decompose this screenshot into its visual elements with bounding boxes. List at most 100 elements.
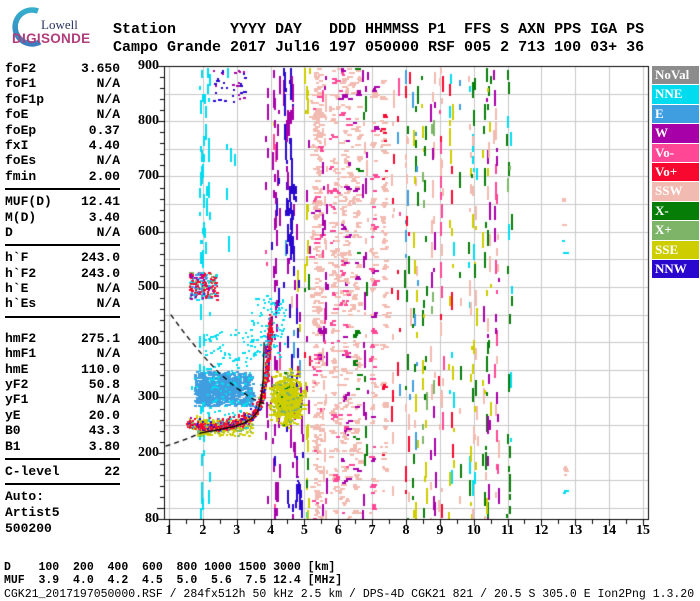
param-row: foEp 0.37 [5, 123, 120, 138]
x-tick-label: 6 [334, 523, 342, 538]
param-row: yF1 N/A [5, 392, 120, 407]
param-text: 500200 [5, 520, 52, 536]
param-label: C-level [5, 463, 60, 479]
param-label: foF2 [5, 61, 37, 76]
header-field-values: Campo Grande 2017 Jul16 197 050000 RSF 0… [113, 39, 645, 56]
param-row: foEs N/A [5, 153, 120, 168]
legend-item-nnw: NNW [652, 259, 699, 279]
param-label: foE [5, 107, 29, 123]
y-tick-label: 600 [138, 223, 159, 239]
param-label: foF1 [5, 76, 37, 92]
param-value: N/A [96, 91, 120, 107]
param-label: foEp [5, 122, 37, 138]
param-value: 275.1 [80, 330, 120, 346]
legend-item-nne: NNE [652, 85, 699, 104]
x-tick-label: 13 [568, 523, 583, 538]
y-tick-label: 80 [145, 511, 159, 526]
x-tick-label: 11 [500, 523, 515, 538]
param-label: hmF1 [5, 346, 37, 362]
param-row: hmE 110.0 [5, 362, 120, 377]
legend-item-x: X+ [652, 221, 699, 240]
param-label: yF1 [5, 392, 29, 408]
param-label: fxI [5, 137, 29, 153]
param-row: fmin 2.00 [5, 169, 120, 184]
param-value: 2.00 [88, 168, 120, 184]
param-separator [5, 457, 120, 460]
param-row: h`F2 243.0 [5, 266, 120, 281]
y-tick-label: 300 [138, 389, 159, 405]
param-value: 50.8 [88, 377, 120, 393]
param-label: D [5, 224, 13, 240]
param-row: M(D) 3.40 [5, 210, 120, 225]
param-label: MUF(D) [5, 194, 52, 210]
param-label: hmF2 [5, 330, 37, 346]
x-tick-label: 12 [534, 523, 549, 538]
param-separator [5, 483, 120, 486]
x-tick-label: 7 [368, 523, 376, 538]
param-row: h`Es N/A [5, 296, 120, 311]
param-separator [5, 315, 120, 318]
x-tick-label: 5 [300, 523, 308, 538]
parameter-panel: foF2 3.650 foF1 N/A foF1p N/A foE N/A foEp 0.37 fx… [5, 61, 120, 537]
param-text: Artist5 [5, 505, 60, 521]
logo-digisonde-text: DIGISONDE [12, 31, 91, 46]
legend-item-e: E [652, 104, 699, 124]
legend-item-noval: NoVal [652, 66, 699, 85]
echo-direction-legend: NoVal NNE E W Vo- Vo+ SSW X- X+ SSE NNW [652, 66, 699, 279]
param-row: foF2 3.650 [5, 61, 120, 76]
param-label: h`E [5, 281, 29, 297]
param-label: yE [5, 407, 21, 423]
param-row: D N/A [5, 225, 120, 240]
x-tick-label: 14 [602, 523, 617, 538]
param-value: 243.0 [80, 265, 120, 281]
file-info-row: CGK21_2017197050000.RSF / 284fx512h 50 k… [4, 588, 695, 601]
param-label: yF2 [5, 377, 29, 393]
x-tick-label: 15 [635, 523, 650, 538]
x-tick-label: 8 [402, 523, 410, 538]
param-value: 243.0 [80, 250, 120, 266]
x-tick-label: 9 [436, 523, 444, 538]
param-row: fxI 4.40 [5, 138, 120, 153]
param-row: yE 20.0 [5, 408, 120, 423]
param-row: B1 3.80 [5, 439, 120, 454]
param-value: 22 [104, 463, 120, 479]
param-row: hmF1 N/A [5, 346, 120, 361]
param-text: Auto: [5, 489, 45, 505]
y-tick-label: 800 [138, 113, 159, 129]
y-tick-label: 400 [138, 334, 159, 350]
y-tick-label: 200 [138, 444, 159, 460]
param-label: foEs [5, 153, 37, 169]
legend-item-sse: SSE [652, 240, 699, 259]
legend-item-ssw: SSW [652, 182, 699, 201]
param-row: C-level 22 [5, 464, 120, 479]
param-value: N/A [96, 296, 120, 312]
y-tick-label: 700 [138, 168, 159, 184]
param-label: fmin [5, 168, 37, 184]
param-value: 3.80 [88, 438, 120, 454]
param-value: 43.3 [88, 423, 120, 439]
muf-scale-row: MUF 3.9 4.0 4.2 4.5 5.0 5.6 7.5 12.4 [MH… [4, 574, 343, 587]
param-value: 12.41 [80, 194, 120, 210]
param-separator [5, 244, 120, 247]
param-value: 110.0 [80, 361, 120, 377]
param-label: h`F2 [5, 265, 37, 281]
x-tick-label: 10 [466, 523, 481, 538]
param-label: B1 [5, 438, 21, 454]
param-label: h`F [5, 250, 29, 266]
param-value: 20.0 [88, 407, 120, 423]
distance-scale-row: D 100 200 400 600 800 1000 1500 3000 [km… [4, 561, 336, 574]
legend-item-vo: Vo+ [652, 162, 699, 182]
param-label: B0 [5, 423, 21, 439]
param-value: 3.40 [88, 209, 120, 225]
param-value: 3.650 [80, 61, 120, 76]
param-row: h`F 243.0 [5, 250, 120, 265]
x-tick-label: 1 [165, 523, 173, 538]
param-row: h`E N/A [5, 281, 120, 296]
param-label: hmE [5, 361, 29, 377]
legend-item-vo: Vo- [652, 143, 699, 162]
x-tick-label: 2 [199, 523, 207, 538]
param-row: yF2 50.8 [5, 377, 120, 392]
param-value: N/A [96, 76, 120, 92]
x-tick-label: 4 [267, 523, 275, 538]
param-value: N/A [96, 153, 120, 169]
